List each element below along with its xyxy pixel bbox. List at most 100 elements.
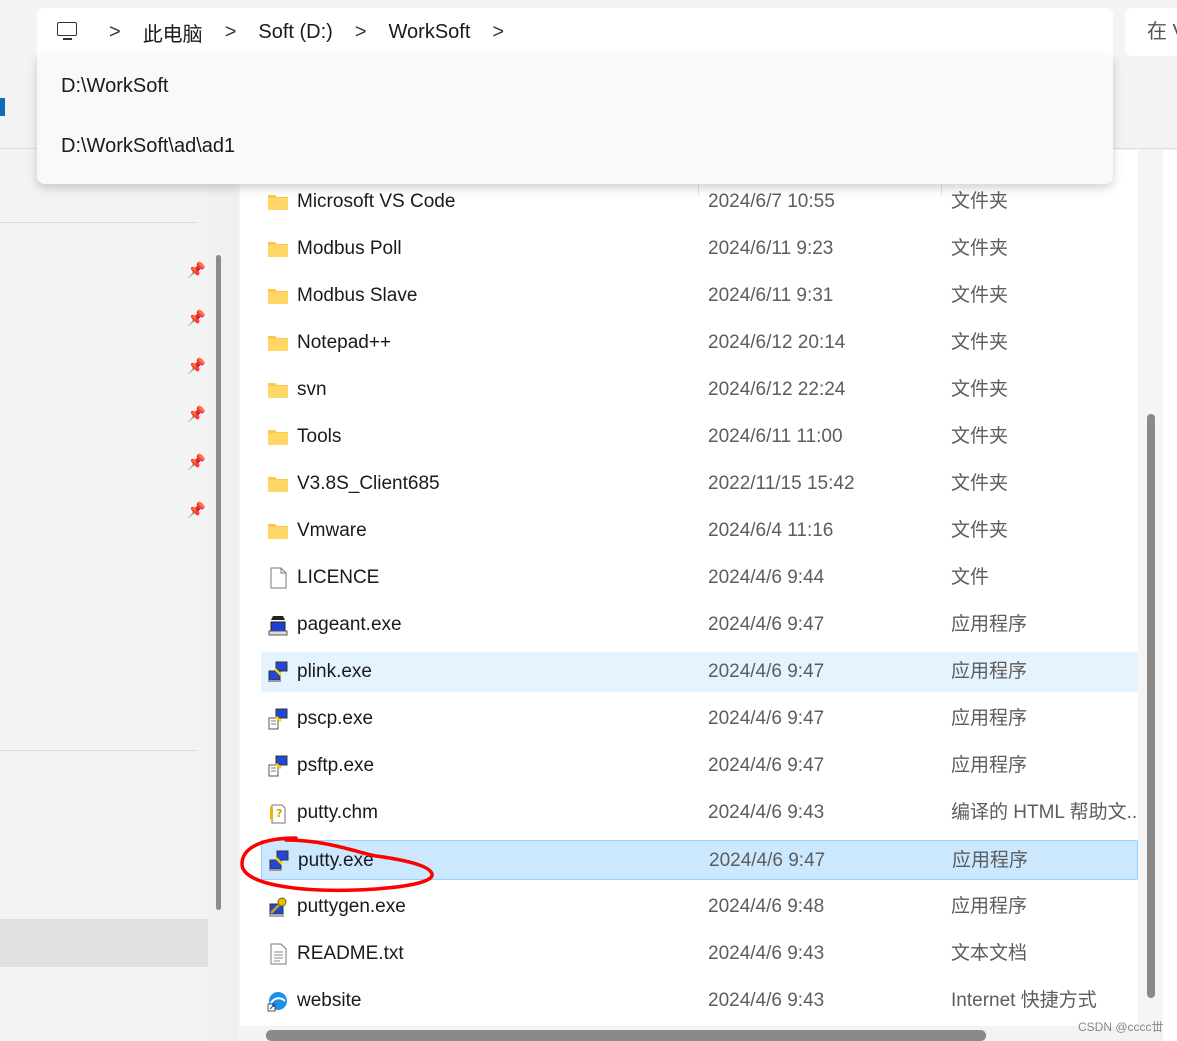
file-type: 文件夹 bbox=[951, 473, 1009, 494]
nav-scrollbar-thumb[interactable] bbox=[216, 255, 221, 910]
chevron-right-icon[interactable]: > bbox=[109, 22, 121, 42]
dropdown-item-path[interactable]: D:\WorkSoft bbox=[37, 56, 1113, 116]
file-row[interactable]: pageant.exe 2024/4/6 9:47 应用程序 bbox=[261, 605, 1138, 645]
file-type: 应用程序 bbox=[952, 850, 1029, 871]
folder-icon bbox=[267, 426, 289, 448]
file-row[interactable]: svn 2024/6/12 22:24 文件夹 bbox=[261, 370, 1138, 410]
search-input[interactable]: 在 V bbox=[1125, 8, 1177, 56]
file-type: 文件夹 bbox=[951, 191, 1009, 212]
file-name: pageant.exe bbox=[297, 614, 402, 635]
file-name: Notepad++ bbox=[297, 332, 392, 353]
file-date-modified: 2024/6/4 11:16 bbox=[708, 520, 834, 541]
svg-text:?: ? bbox=[276, 807, 282, 820]
file-date-modified: 2024/4/6 9:48 bbox=[708, 896, 825, 917]
file-date-modified: 2024/6/11 9:31 bbox=[708, 285, 834, 306]
file-date-modified: 2024/4/6 9:47 bbox=[708, 708, 825, 729]
file-row[interactable]: putty.exe 2024/4/6 9:47 应用程序 bbox=[261, 840, 1138, 880]
file-type: 文件夹 bbox=[951, 520, 1009, 541]
chevron-right-icon[interactable]: > bbox=[355, 22, 367, 42]
file-type: 文件夹 bbox=[951, 332, 1009, 353]
file-type: 文件 bbox=[951, 567, 990, 588]
dropdown-item-path[interactable]: D:\WorkSoft\ad\ad1 bbox=[37, 116, 1113, 176]
breadcrumb-worksoft[interactable]: WorkSoft bbox=[381, 21, 479, 44]
folder-icon bbox=[267, 473, 289, 495]
file-type: 应用程序 bbox=[951, 755, 1028, 776]
file-date-modified: 2024/6/12 20:14 bbox=[708, 332, 846, 353]
nav-item-selected[interactable] bbox=[0, 919, 208, 967]
vertical-scrollbar-thumb[interactable] bbox=[1147, 414, 1155, 998]
watermark: CSDN @cccc丗 bbox=[1078, 1020, 1164, 1034]
puttygen-icon bbox=[267, 896, 289, 918]
file-name: plink.exe bbox=[297, 661, 372, 682]
file-date-modified: 2024/6/7 10:55 bbox=[708, 191, 835, 212]
putty-icon bbox=[267, 661, 289, 683]
pscp-icon bbox=[267, 708, 289, 730]
file-row[interactable]: README.txt 2024/4/6 9:43 文本文档 bbox=[261, 934, 1138, 974]
folder-icon bbox=[267, 520, 289, 542]
breadcrumb-this-pc[interactable]: 此电脑 bbox=[135, 18, 211, 47]
chm-help-icon: ? bbox=[267, 802, 289, 824]
file-row[interactable]: puttygen.exe 2024/4/6 9:48 应用程序 bbox=[261, 887, 1138, 927]
pin-icon[interactable]: 📌 bbox=[187, 263, 206, 279]
file-row[interactable]: Modbus Poll 2024/6/11 9:23 文件夹 bbox=[261, 229, 1138, 269]
pane-divider bbox=[208, 150, 238, 1041]
pscp-icon bbox=[267, 755, 289, 777]
file-name: Microsoft VS Code bbox=[297, 191, 456, 212]
toolbar-accent-indicator bbox=[0, 98, 5, 116]
address-history-dropdown: D:\WorkSoft D:\WorkSoft\ad\ad1 bbox=[37, 56, 1113, 184]
file-row[interactable]: website 2024/4/6 9:43 Internet 快捷方式 bbox=[261, 981, 1138, 1021]
file-date-modified: 2024/4/6 9:47 bbox=[708, 755, 825, 776]
file-name: psftp.exe bbox=[297, 755, 375, 776]
file-row[interactable]: Modbus Slave 2024/6/11 9:31 文件夹 bbox=[261, 276, 1138, 316]
pin-icon[interactable]: 📌 bbox=[187, 359, 206, 375]
breadcrumb-soft-drive[interactable]: Soft (D:) bbox=[250, 21, 340, 44]
file-name: Vmware bbox=[297, 520, 367, 541]
text-document-icon bbox=[267, 943, 289, 965]
file-type: 应用程序 bbox=[951, 896, 1028, 917]
file-date-modified: 2024/6/12 22:24 bbox=[708, 379, 846, 400]
file-name: Tools bbox=[297, 426, 342, 447]
chevron-right-icon[interactable]: > bbox=[492, 22, 504, 42]
file-date-modified: 2024/4/6 9:43 bbox=[708, 990, 825, 1011]
file-type: 文件夹 bbox=[951, 379, 1009, 400]
file-type: Internet 快捷方式 bbox=[951, 990, 1097, 1011]
file-icon bbox=[267, 567, 289, 589]
file-row[interactable]: V3.8S_Client685 2022/11/15 15:42 文件夹 bbox=[261, 464, 1138, 504]
file-name: putty.chm bbox=[297, 802, 378, 823]
pin-icon[interactable]: 📌 bbox=[187, 311, 206, 327]
file-date-modified: 2024/6/11 11:00 bbox=[708, 426, 843, 447]
folder-icon bbox=[267, 191, 289, 213]
file-row[interactable]: LICENCE 2024/4/6 9:44 文件 bbox=[261, 558, 1138, 598]
internet-shortcut-icon bbox=[267, 990, 289, 1012]
folder-icon bbox=[267, 332, 289, 354]
folder-icon bbox=[267, 238, 289, 260]
file-type: 文件夹 bbox=[951, 238, 1009, 259]
file-name: Modbus Poll bbox=[297, 238, 402, 259]
file-type: 文件夹 bbox=[951, 426, 1009, 447]
file-date-modified: 2024/4/6 9:47 bbox=[709, 850, 826, 871]
pin-icon[interactable]: 📌 bbox=[187, 407, 206, 423]
file-row[interactable]: Microsoft VS Code 2024/6/7 10:55 文件夹 bbox=[261, 182, 1138, 222]
chevron-right-icon[interactable]: > bbox=[225, 22, 237, 42]
folder-icon bbox=[267, 379, 289, 401]
file-date-modified: 2024/4/6 9:47 bbox=[708, 661, 825, 682]
file-row[interactable]: Notepad++ 2024/6/12 20:14 文件夹 bbox=[261, 323, 1138, 363]
file-name: website bbox=[297, 990, 362, 1011]
file-name: LICENCE bbox=[297, 567, 380, 588]
file-row[interactable]: psftp.exe 2024/4/6 9:47 应用程序 bbox=[261, 746, 1138, 786]
file-row[interactable]: plink.exe 2024/4/6 9:47 应用程序 bbox=[261, 652, 1138, 692]
pin-icon[interactable]: 📌 bbox=[187, 455, 206, 471]
file-row[interactable]: Tools 2024/6/11 11:00 文件夹 bbox=[261, 417, 1138, 457]
file-date-modified: 2024/4/6 9:43 bbox=[708, 943, 825, 964]
this-pc-icon[interactable] bbox=[57, 22, 81, 42]
file-type: 应用程序 bbox=[951, 708, 1028, 729]
file-date-modified: 2024/4/6 9:44 bbox=[708, 567, 825, 588]
file-row[interactable]: ? putty.chm 2024/4/6 9:43 编译的 HTML 帮助文... bbox=[261, 793, 1138, 833]
file-row[interactable]: pscp.exe 2024/4/6 9:47 应用程序 bbox=[261, 699, 1138, 739]
horizontal-scrollbar-thumb[interactable] bbox=[266, 1030, 986, 1041]
pin-icon[interactable]: 📌 bbox=[187, 503, 206, 519]
file-row[interactable]: Vmware 2024/6/4 11:16 文件夹 bbox=[261, 511, 1138, 551]
file-date-modified: 2024/4/6 9:43 bbox=[708, 802, 825, 823]
pageant-icon bbox=[267, 614, 289, 636]
address-bar[interactable]: > 此电脑 > Soft (D:) > WorkSoft > bbox=[37, 8, 1113, 56]
